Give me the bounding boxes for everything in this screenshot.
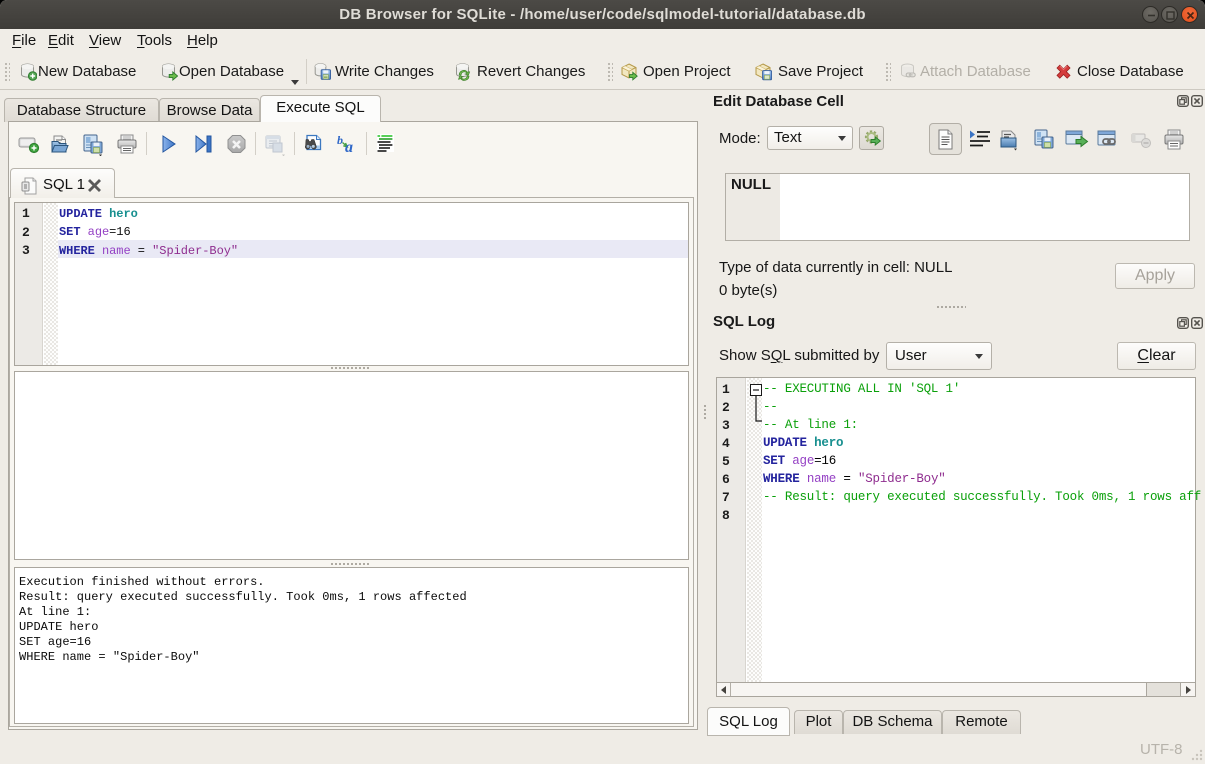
svg-text:b: b [337,134,343,147]
svg-text:a: a [345,139,353,153]
